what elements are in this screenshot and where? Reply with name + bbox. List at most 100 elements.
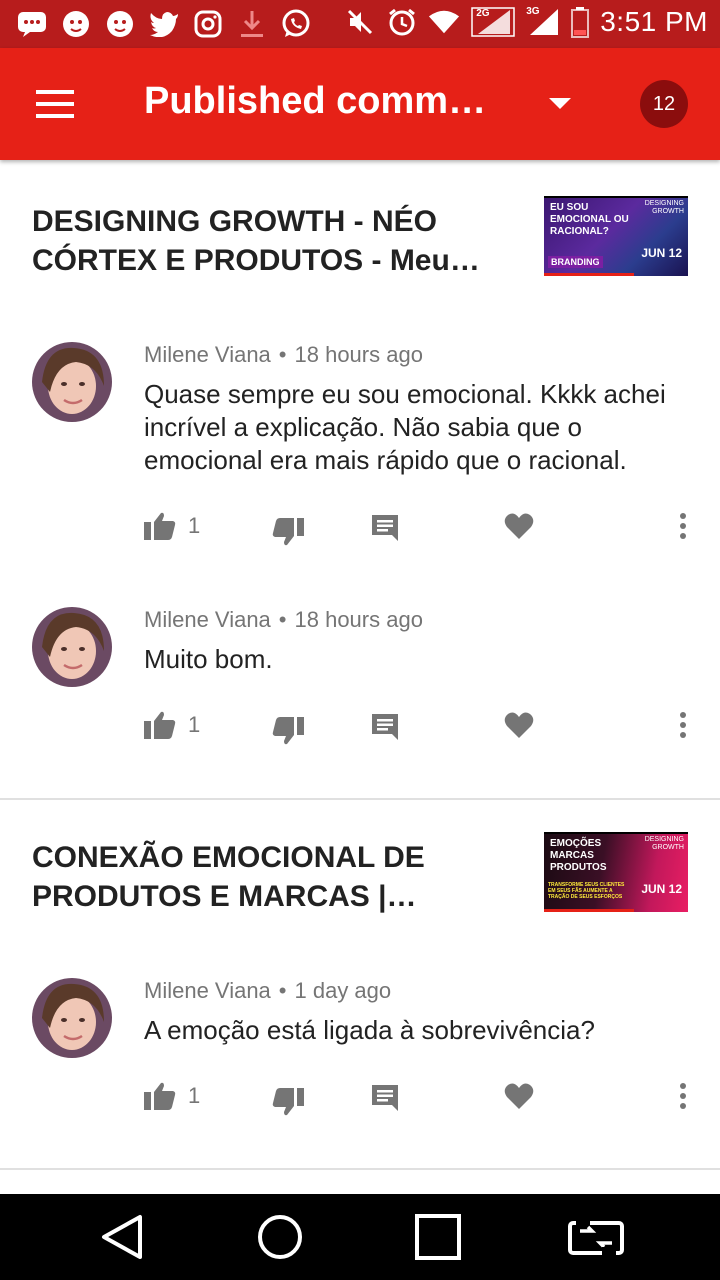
- page-title: Published comme…: [144, 80, 504, 122]
- reply-button[interactable]: [370, 705, 400, 745]
- section-divider: [0, 1168, 720, 1170]
- heart-icon: [504, 513, 534, 539]
- home-button[interactable]: [252, 1212, 308, 1262]
- avatar[interactable]: [32, 342, 112, 422]
- mailchimp-icon: [104, 6, 136, 42]
- menu-button[interactable]: [24, 76, 88, 132]
- like-button[interactable]: 1: [144, 1076, 200, 1116]
- mailchimp-icon: [60, 6, 92, 42]
- comment-time: 1 day ago: [294, 978, 392, 1003]
- more-options-button[interactable]: [676, 705, 690, 745]
- author-name[interactable]: Milene Viana: [144, 342, 271, 367]
- notification-count-badge[interactable]: 12: [640, 80, 688, 128]
- instagram-icon: [192, 6, 224, 42]
- battery-icon: [570, 4, 590, 40]
- thumbs-down-icon: [272, 1088, 304, 1116]
- thumbnail-headline: EMOÇÕES MARCAS PRODUTOS: [550, 838, 607, 873]
- signal-icon: 3G: [526, 4, 560, 40]
- more-options-button[interactable]: [676, 1076, 690, 1116]
- status-bar: 2G 3G 3:51 PM: [0, 0, 720, 48]
- more-vert-icon: [680, 1083, 686, 1109]
- signal-icon: 2G: [470, 4, 516, 40]
- download-icon: [236, 6, 268, 42]
- thumbnail-logo: DESIGNING GROWTH: [644, 836, 684, 851]
- reply-comment-icon: [372, 714, 398, 740]
- comment-time: 18 hours ago: [294, 342, 423, 367]
- clock: 3:51 PM: [600, 6, 708, 37]
- video-header[interactable]: DESIGNING GROWTH - NÉO CÓRTEX E PRODUTOS…: [0, 196, 720, 306]
- author-name[interactable]: Milene Viana: [144, 978, 271, 1003]
- video-header[interactable]: CONEXÃO EMOCIONAL DE PRODUTOS E MARCAS |…: [0, 832, 720, 942]
- video-thumbnail[interactable]: EU SOU EMOCIONAL OU RACIONAL? BRANDING D…: [544, 196, 688, 276]
- avatar[interactable]: [32, 978, 112, 1058]
- dropdown-arrow-icon: [549, 98, 571, 109]
- comment-item: Milene Viana • 18 hours ago Quase sempre e…: [0, 342, 720, 546]
- more-vert-icon: [680, 712, 686, 738]
- heart-button[interactable]: [504, 506, 534, 546]
- dislike-button[interactable]: [272, 1082, 304, 1122]
- like-count: 1: [188, 1083, 201, 1108]
- comment-meta: Milene Viana • 18 hours ago: [144, 342, 423, 367]
- like-button[interactable]: 1: [144, 506, 200, 546]
- thumbnail-logo: DESIGNING GROWTH: [644, 200, 684, 215]
- app-bar: Published comme… 12: [0, 48, 720, 160]
- hamburger-menu-icon: [36, 90, 74, 118]
- thumbs-down-icon: [272, 518, 304, 546]
- heart-button[interactable]: [504, 705, 534, 745]
- section-divider: [0, 798, 720, 800]
- home-circle-icon: [258, 1215, 302, 1259]
- thumbs-up-icon: [144, 512, 176, 540]
- reply-button[interactable]: [370, 506, 400, 546]
- dislike-button[interactable]: [272, 512, 304, 552]
- back-button[interactable]: [94, 1212, 150, 1262]
- thumbnail-date: JUN 12: [641, 882, 682, 896]
- like-count: 1: [188, 513, 201, 538]
- comment-actions: 1: [0, 705, 720, 745]
- video-title[interactable]: DESIGNING GROWTH - NÉO CÓRTEX E PRODUTOS…: [32, 202, 512, 280]
- screen-rotate-button[interactable]: [568, 1212, 624, 1262]
- more-options-button[interactable]: [676, 506, 690, 546]
- recents-square-icon: [415, 1214, 461, 1260]
- thumbnail-tag: BRANDING: [548, 256, 603, 268]
- more-vert-icon: [680, 513, 686, 539]
- thumbs-up-icon: [144, 711, 176, 739]
- comment-actions: 1: [0, 1076, 720, 1116]
- video-section: DESIGNING GROWTH - NÉO CÓRTEX E PRODUTOS…: [0, 196, 720, 796]
- navigation-bar: [0, 1194, 720, 1280]
- heart-icon: [504, 712, 534, 738]
- reply-comment-icon: [372, 515, 398, 541]
- comment-item: Milene Viana • 1 day ago A emoção está lig…: [0, 978, 720, 1128]
- watch-progress-bar: [544, 909, 634, 912]
- twitter-icon: [148, 6, 180, 42]
- reply-comment-icon: [372, 1085, 398, 1111]
- video-section: CONEXÃO EMOCIONAL DE PRODUTOS E MARCAS |…: [0, 832, 720, 1172]
- title-dropdown-button[interactable]: [540, 84, 580, 124]
- whatsapp-icon: [280, 6, 312, 42]
- avatar[interactable]: [32, 607, 112, 687]
- messages-icon: [16, 6, 48, 42]
- author-name[interactable]: Milene Viana: [144, 607, 271, 632]
- thumbnail-headline: EU SOU EMOCIONAL OU RACIONAL?: [550, 202, 629, 237]
- video-thumbnail[interactable]: EMOÇÕES MARCAS PRODUTOS TRANSFORME SEUS …: [544, 832, 688, 912]
- notification-icons: [16, 6, 312, 42]
- reply-button[interactable]: [370, 1076, 400, 1116]
- thumbnail-subtitle: TRANSFORME SEUS CLIENTES EM SEUS FÃS AUM…: [548, 882, 625, 900]
- mute-icon: [344, 4, 376, 40]
- like-button[interactable]: 1: [144, 705, 200, 745]
- heart-icon: [504, 1083, 534, 1109]
- comment-text: Quase sempre eu sou emocional. Kkkk ache…: [144, 379, 666, 475]
- comment-text: Muito bom.: [144, 644, 273, 674]
- heart-button[interactable]: [504, 1076, 534, 1116]
- like-count: 1: [188, 712, 201, 737]
- video-title[interactable]: CONEXÃO EMOCIONAL DE PRODUTOS E MARCAS |…: [32, 838, 512, 916]
- thumbnail-date: JUN 12: [641, 246, 682, 260]
- comment-meta: Milene Viana • 1 day ago: [144, 978, 392, 1003]
- dislike-button[interactable]: [272, 711, 304, 751]
- comment-actions: 1: [0, 506, 720, 546]
- comment-time: 18 hours ago: [294, 607, 423, 632]
- system-icons: 2G 3G 3:51 PM: [344, 4, 708, 40]
- comment-meta: Milene Viana • 18 hours ago: [144, 607, 423, 632]
- wifi-icon: [428, 4, 460, 40]
- recents-button[interactable]: [410, 1212, 466, 1262]
- comment-text: A emoção está ligada à sobrevivência?: [144, 1015, 595, 1045]
